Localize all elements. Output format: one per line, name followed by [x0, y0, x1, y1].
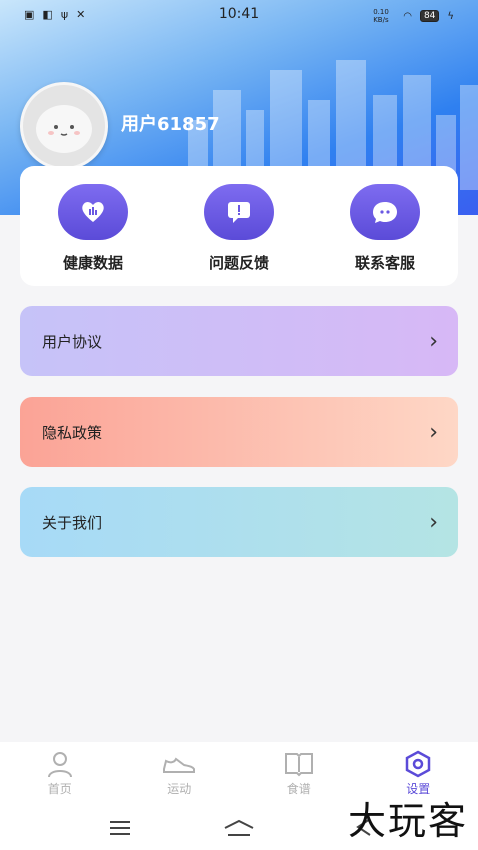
home-icon[interactable] — [222, 818, 256, 842]
menu-item-about-us[interactable]: 关于我们 › — [20, 487, 458, 557]
quick-action-label: 问题反馈 — [208, 254, 269, 272]
settings-icon — [359, 748, 478, 780]
chevron-right-icon: › — [429, 328, 438, 354]
person-icon — [0, 748, 120, 780]
nav-tab-home[interactable]: 首页 — [0, 742, 120, 806]
nav-tab-label: 食谱 — [286, 782, 311, 796]
nav-tab-label: 运动 — [167, 782, 192, 796]
menu-item-label: 隐私政策 — [42, 423, 103, 442]
nav-tab-sport[interactable]: 运动 — [120, 742, 240, 806]
nav-tab-label: 首页 — [47, 782, 72, 796]
username: 用户61857 — [121, 114, 220, 135]
menu-item-privacy-policy[interactable]: 隐私政策 › — [20, 397, 458, 467]
watermark-logo: 大玩客 — [347, 799, 468, 843]
menu-item-user-agreement[interactable]: 用户协议 › — [20, 306, 458, 376]
chevron-right-icon: › — [429, 509, 438, 535]
book-icon — [239, 748, 359, 780]
charging-icon: ϟ — [447, 10, 454, 22]
robot-avatar-icon — [23, 85, 105, 167]
menu-item-label: 关于我们 — [42, 513, 103, 532]
quick-action-label: 联系客服 — [354, 254, 415, 272]
quick-action-health-data[interactable]: 健康数据 — [38, 184, 148, 273]
battery-indicator: 84 — [419, 10, 440, 22]
avatar[interactable] — [20, 82, 108, 170]
shoe-icon — [120, 748, 240, 780]
chevron-right-icon: › — [429, 419, 438, 445]
quick-action-feedback[interactable]: 问题反馈 — [184, 184, 294, 273]
net-speed: 0.10 KB/s — [373, 8, 389, 24]
status-icons-right: 0.10 KB/s ◠ 84 ϟ — [373, 8, 454, 24]
quick-action-customer-service[interactable]: 联系客服 — [330, 184, 440, 273]
heart-chart-icon — [58, 184, 128, 240]
menu-icon[interactable] — [108, 820, 132, 840]
feedback-icon — [204, 184, 274, 240]
chat-bubble-icon — [350, 184, 420, 240]
quick-action-label: 健康数据 — [62, 254, 123, 272]
menu-item-label: 用户协议 — [42, 332, 103, 351]
nav-tab-recipes[interactable]: 食谱 — [239, 742, 359, 806]
status-bar: ▣ ◧ ψ ✕ 10:41 0.10 KB/s ◠ 84 ϟ — [0, 0, 478, 30]
wifi-icon: ◠ — [403, 10, 412, 22]
quick-actions-card: 健康数据 问题反馈 联系客服 — [20, 166, 458, 286]
